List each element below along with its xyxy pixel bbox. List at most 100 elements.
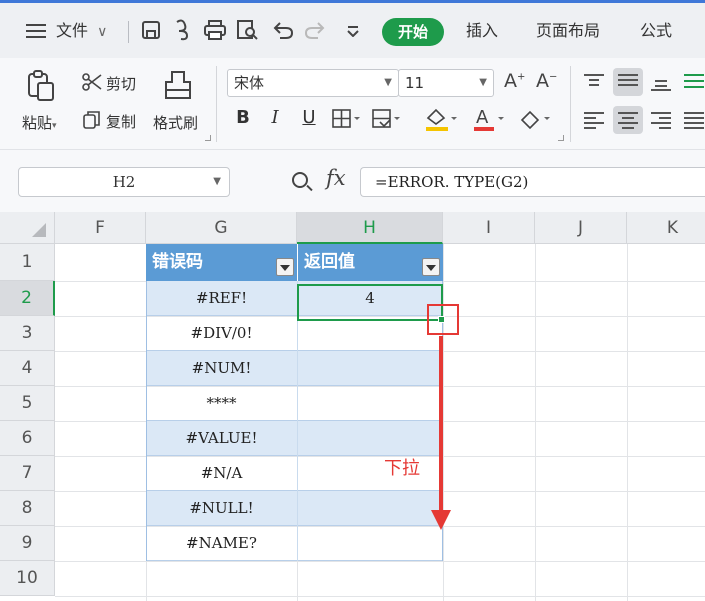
align-middle-icon[interactable] [618, 74, 638, 90]
ribbon: 粘贴▾ 剪切 复制 格式刷 宋体 ▼ 11 ▼ A+ A− B I U A [0, 58, 705, 150]
table-header-return-value-label: 返回值 [304, 252, 355, 272]
table-cell-g8[interactable]: #NULL! [146, 491, 297, 526]
table-cell-g4[interactable]: #NUM! [146, 351, 297, 386]
table-cell-g6[interactable]: #VALUE! [146, 421, 297, 456]
svg-text:A: A [476, 107, 489, 128]
table-cell-h3[interactable] [297, 316, 443, 351]
row-header-3[interactable]: 3 [0, 316, 55, 351]
font-name-select[interactable]: 宋体 ▼ [227, 69, 399, 97]
row-header-1[interactable]: 1 [0, 244, 55, 281]
decrease-font-icon[interactable]: A− [536, 70, 557, 92]
justify-icon[interactable] [684, 112, 704, 129]
gridline [627, 244, 628, 601]
format-painter-icon[interactable] [163, 70, 193, 106]
filter-dropdown-icon[interactable] [422, 258, 440, 276]
search-function-icon[interactable] [292, 172, 308, 188]
align-center-icon[interactable] [618, 112, 638, 129]
table-header-return-value[interactable]: 返回值 [297, 244, 443, 281]
menu-bar: 文件 ∨ 开始 插入 页面布局 公式 [0, 0, 705, 58]
paste-button[interactable]: 粘贴▾ [22, 112, 57, 133]
fill-color-icon[interactable] [424, 106, 458, 136]
row-header-6[interactable]: 6 [0, 421, 55, 456]
table-cell-g9[interactable]: #NAME? [146, 526, 297, 561]
align-bottom-icon[interactable] [651, 74, 671, 91]
borders-icon[interactable] [332, 109, 362, 133]
paste-icon[interactable] [26, 70, 56, 106]
customize-dropdown-icon[interactable] [340, 3, 366, 58]
format-painter-button[interactable]: 格式刷 [153, 112, 198, 133]
table-header-error-code[interactable]: 错误码 [146, 244, 297, 281]
row-header-9[interactable]: 9 [0, 526, 55, 561]
fill-pattern-icon[interactable] [372, 109, 402, 133]
column-header-h[interactable]: H [297, 212, 443, 244]
increase-font-icon[interactable]: A+ [504, 70, 525, 92]
row-header-8[interactable]: 8 [0, 491, 55, 526]
row-header-2[interactable]: 2 [0, 281, 55, 316]
column-header-f[interactable]: F [55, 212, 146, 244]
spreadsheet-grid[interactable]: F G H I J K 1 2 3 4 5 6 7 8 9 10 错误码 返回值… [0, 212, 705, 601]
ribbon-divider [570, 66, 571, 142]
table-cell-g5[interactable]: **** [146, 386, 297, 421]
column-header-g[interactable]: G [146, 212, 297, 244]
formula-bar: H2 ▼ fx =ERROR. TYPE(G2) [0, 150, 705, 212]
gridline [55, 561, 705, 562]
column-header-k[interactable]: K [627, 212, 705, 244]
cut-button[interactable]: 剪切 [106, 73, 136, 94]
align-right-icon[interactable] [651, 112, 671, 129]
scissors-icon[interactable] [82, 72, 102, 96]
tab-formulas[interactable]: 公式 [640, 3, 672, 58]
font-color-icon[interactable]: A [472, 106, 506, 136]
redo-icon[interactable] [302, 3, 328, 58]
table-header-error-code-label: 错误码 [152, 252, 203, 272]
row-header-7[interactable]: 7 [0, 456, 55, 491]
clear-format-icon[interactable] [518, 108, 552, 134]
chevron-down-icon: ▼ [213, 176, 221, 187]
formula-input[interactable]: =ERROR. TYPE(G2) [360, 167, 705, 197]
table-cell-g7[interactable]: #N/A [146, 456, 297, 491]
gridline [55, 596, 705, 597]
fill-handle-highlight-box [427, 304, 459, 335]
clipboard-group-launcher[interactable] [205, 135, 211, 141]
row-header-4[interactable]: 4 [0, 351, 55, 386]
table-border [297, 281, 298, 561]
table-cell-h5[interactable] [297, 386, 443, 421]
row-header-5[interactable]: 5 [0, 386, 55, 421]
tab-page-layout[interactable]: 页面布局 [536, 3, 600, 58]
tab-home[interactable]: 开始 [382, 18, 444, 46]
chevron-down-icon: ▼ [479, 77, 487, 88]
copy-button[interactable]: 复制 [106, 111, 136, 132]
undo-icon[interactable] [270, 3, 296, 58]
align-top-icon[interactable] [584, 74, 604, 90]
copy-icon[interactable] [82, 110, 102, 134]
name-box[interactable]: H2 ▼ [18, 167, 230, 197]
italic-button[interactable]: I [262, 104, 288, 132]
row-header-10[interactable]: 10 [0, 561, 55, 596]
print-preview-icon[interactable] [234, 3, 260, 58]
file-menu[interactable]: 文件 ∨ [56, 3, 107, 58]
filter-dropdown-icon[interactable] [276, 258, 294, 276]
table-cell-h4[interactable] [297, 351, 443, 386]
format-painter-quick-icon[interactable] [170, 3, 196, 58]
table-cell-h8[interactable] [297, 491, 443, 526]
table-cell-h7[interactable] [297, 456, 443, 491]
table-cell-h6[interactable] [297, 421, 443, 456]
column-header-i[interactable]: I [443, 212, 535, 244]
column-header-j[interactable]: J [535, 212, 627, 244]
underline-button[interactable]: U [296, 104, 322, 132]
wrap-indent-icon[interactable] [684, 74, 704, 90]
table-cell-g3[interactable]: #DIV/0! [146, 316, 297, 351]
font-size-select[interactable]: 11 ▼ [398, 69, 494, 97]
table-cell-h9[interactable] [297, 526, 443, 561]
toolbar-divider [128, 21, 129, 43]
font-group-launcher[interactable] [558, 135, 564, 141]
print-icon[interactable] [202, 3, 228, 58]
bold-button[interactable]: B [230, 104, 256, 132]
select-all-corner[interactable] [0, 212, 55, 244]
table-cell-g2[interactable]: #REF! [146, 281, 297, 316]
table-border [146, 281, 147, 561]
tab-insert[interactable]: 插入 [466, 3, 498, 58]
align-left-icon[interactable] [584, 112, 604, 129]
insert-function-icon[interactable]: fx [326, 166, 346, 190]
hamburger-menu-icon[interactable] [26, 24, 46, 38]
save-icon[interactable] [138, 3, 164, 58]
